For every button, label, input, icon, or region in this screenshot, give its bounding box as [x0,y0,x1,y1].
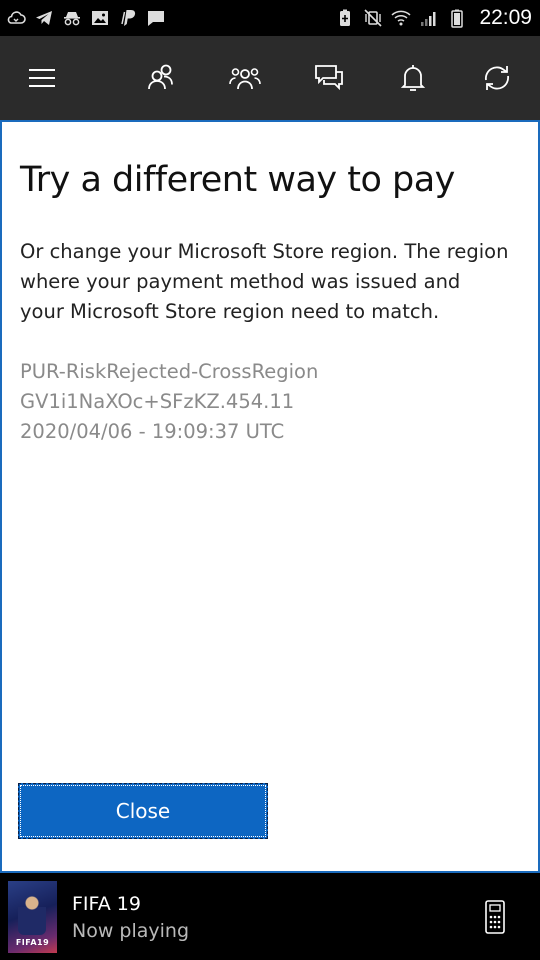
battery-saver-icon [335,8,355,28]
remote-control-button[interactable] [480,899,510,935]
messages-button[interactable] [307,56,351,100]
menu-button[interactable] [22,58,62,98]
error-reference-id: GV1i1NaXOc+SFzKZ.454.11 [20,390,295,413]
status-left-icons [6,8,166,28]
now-playing-bar[interactable]: FIFA19 FIFA 19 Now playing [0,873,540,960]
messages-icon [315,65,343,91]
menu-icon [29,69,55,87]
now-playing-title: FIFA 19 [72,893,141,915]
telegram-icon [34,8,54,28]
cover-art-label: FIFA19 [15,938,50,947]
dialog-title: Try a different way to pay [20,160,455,200]
app-toolbar [0,36,540,120]
friends-icon [148,64,173,90]
status-bar: 22:09 [0,0,540,36]
party-icon [229,68,261,90]
notifications-button[interactable] [391,56,435,100]
friends-button[interactable] [139,56,183,100]
image-icon [90,8,110,28]
payment-error-dialog: Try a different way to pay Or change you… [0,120,540,873]
wifi-icon [391,8,411,28]
dialog-message: Or change your Microsoft Store region. T… [20,240,509,323]
cloud-sync-icon [6,8,26,28]
close-button[interactable]: Close [18,783,268,839]
cover-player-figure [18,895,46,935]
message-icon [146,8,166,28]
error-details: PUR-RiskRejected-CrossRegion GV1i1NaXOc+… [20,357,510,447]
error-code: PUR-RiskRejected-CrossRegion [20,360,319,383]
notifications-icon [400,65,426,91]
vibrate-mute-icon [363,8,383,28]
battery-icon [447,8,467,28]
now-playing-status: Now playing [72,920,190,942]
incognito-icon [62,8,82,28]
game-cover-art: FIFA19 [8,881,57,953]
signal-icon [419,8,439,28]
error-timestamp: 2020/04/06 - 19:09:37 UTC [20,420,285,443]
status-clock: 22:09 [479,6,532,29]
party-button[interactable] [223,56,267,100]
sync-button[interactable] [475,56,519,100]
remote-icon [485,900,505,934]
paypal-icon [118,8,138,28]
status-right-icons: 22:09 [335,6,532,30]
sync-icon [485,66,509,90]
